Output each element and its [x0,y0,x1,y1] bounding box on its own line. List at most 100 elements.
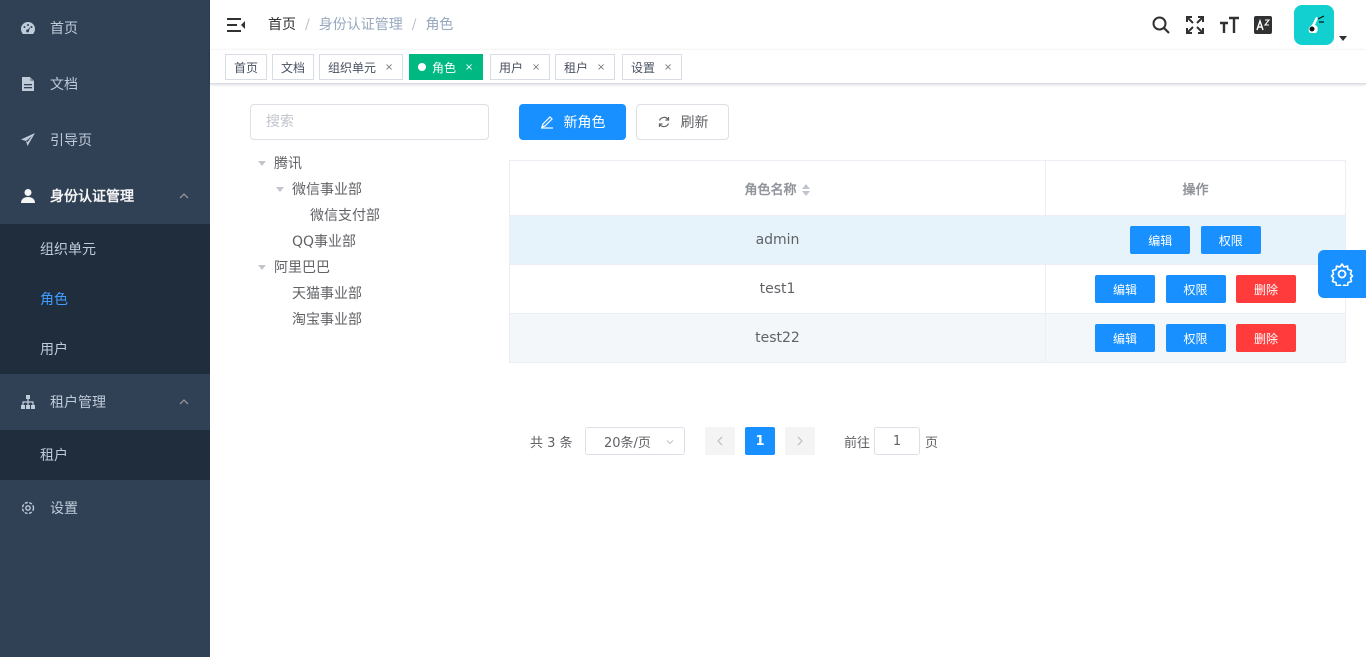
tree-node-label: 淘宝事业部 [292,312,362,328]
new-role-button[interactable]: 新角色 [519,104,626,140]
close-icon[interactable]: × [663,62,673,73]
sidebar-item-guide[interactable]: 引导页 [0,112,210,168]
chevron-down-icon [666,440,674,445]
refresh-icon [657,115,671,129]
translate-icon[interactable] [1252,14,1274,36]
goto-page-input[interactable] [874,427,920,455]
tag-docs[interactable]: 文档 [272,54,315,80]
sidebar-item-label: 身份认证管理 [50,189,134,205]
tag-tenants[interactable]: 租户 × [555,54,616,80]
sort-icon[interactable] [801,184,811,196]
tree-node-label: QQ事业部 [292,234,357,250]
permission-button[interactable]: 权限 [1200,226,1261,254]
tree-node[interactable]: 微信事业部 [250,176,490,202]
sidebar-item-org-units[interactable]: 组织单元 [0,224,210,274]
pager-total: 共 3 条 [530,436,573,451]
page-size-select[interactable]: 20条/页 [585,427,685,455]
sidebar-item-tenants[interactable]: 租户 [0,430,210,480]
table-row[interactable]: admin 编辑 权限 [509,215,1346,265]
sidebar-item-label: 首页 [50,21,78,37]
actions-cell: 编辑 权限 删除 [1045,313,1346,363]
tree-node-label: 腾讯 [274,156,302,172]
close-icon[interactable]: × [596,62,606,73]
tree-node[interactable]: 阿里巴巴 [250,254,490,280]
sidebar-item-docs[interactable]: 文档 [0,56,210,112]
hamburger-icon[interactable] [226,15,246,35]
tree-node[interactable]: 腾讯 [250,150,490,176]
role-name-cell: test1 [509,264,1046,314]
tag-label: 用户 [499,60,524,75]
sidebar-item-label: 引导页 [50,133,92,149]
delete-button[interactable]: 删除 [1235,324,1296,352]
edit-icon [540,115,554,129]
delete-button[interactable]: 删除 [1235,275,1296,303]
tag-label: 首页 [234,60,259,75]
caret-down-icon[interactable] [1338,33,1348,43]
chevron-left-icon [717,436,723,446]
table-row[interactable]: test1 编辑 权限 删除 [509,264,1346,314]
edit-button[interactable]: 编辑 [1095,275,1156,303]
caret-down-icon[interactable] [250,160,274,166]
navbar: 首页 / 身份认证管理 / 角色 [210,0,1366,50]
avatar[interactable] [1294,5,1334,45]
sidebar: 首页 文档 引导页 身份认证管理 组织单元 角色 用户 租户管理 租户 设置 [0,0,210,657]
sidebar-item-users[interactable]: 用户 [0,324,210,374]
tenant-submenu: 租户 [0,430,210,480]
tag-org-units[interactable]: 组织单元 × [319,54,404,80]
caret-down-icon[interactable] [268,186,292,192]
search-input[interactable] [250,104,489,140]
tag-settings[interactable]: 设置 × [622,54,683,80]
guide-icon [20,132,36,148]
close-icon[interactable]: × [384,62,394,73]
breadcrumb-separator: / [411,17,417,33]
permission-button[interactable]: 权限 [1165,275,1226,303]
fullscreen-icon[interactable] [1184,14,1206,36]
role-name-cell: admin [509,215,1046,265]
permission-button[interactable]: 权限 [1165,324,1226,352]
sidebar-item-settings[interactable]: 设置 [0,480,210,536]
page-number-button[interactable]: 1 [745,427,775,455]
gear-icon [20,500,36,516]
tree-node[interactable]: 天猫事业部 [250,280,490,306]
column-header-label: 角色名称 [744,182,797,198]
tag-label: 租户 [564,60,589,75]
table-header-row: 角色名称 操作 [509,160,1346,216]
refresh-label: 刷新 [680,115,709,131]
tag-label: 角色 [432,60,457,75]
column-header-label: 操作 [1182,182,1209,198]
column-header-role-name[interactable]: 角色名称 [509,160,1046,216]
edit-button[interactable]: 编辑 [1095,324,1156,352]
sidebar-item-roles[interactable]: 角色 [0,274,210,324]
tag-home[interactable]: 首页 [225,54,268,80]
identity-submenu: 组织单元 角色 用户 [0,224,210,374]
close-icon[interactable]: × [464,62,474,73]
edit-button[interactable]: 编辑 [1130,226,1191,254]
org-tree: 腾讯 微信事业部 微信支付部 QQ事业部 阿里巴巴 天猫事业部 淘宝事业部 [250,150,490,332]
user-icon [20,188,36,204]
tree-node[interactable]: 淘宝事业部 [250,306,490,332]
prev-page-button[interactable] [705,427,735,455]
tag-roles[interactable]: 角色 × [409,54,484,80]
column-header-actions: 操作 [1045,160,1346,216]
table-row[interactable]: test22 编辑 权限 删除 [509,313,1346,363]
gear-icon [1330,263,1354,286]
search-icon[interactable] [1150,14,1172,36]
sidebar-item-tenant-mgmt[interactable]: 租户管理 [0,374,210,430]
sidebar-item-label: 设置 [50,501,78,517]
breadcrumb-identity[interactable]: 身份认证管理 [319,16,403,34]
sidebar-item-home[interactable]: 首页 [0,0,210,56]
font-size-icon[interactable] [1218,14,1240,36]
role-name-cell: test22 [509,313,1046,363]
tree-node[interactable]: QQ事业部 [250,228,490,254]
breadcrumb-home[interactable]: 首页 [268,16,296,34]
actions-cell: 编辑 权限 删除 [1045,264,1346,314]
tree-node[interactable]: 微信支付部 [250,202,490,228]
refresh-button[interactable]: 刷新 [636,104,729,140]
settings-panel-button[interactable] [1318,250,1366,298]
sidebar-item-identity[interactable]: 身份认证管理 [0,168,210,224]
caret-down-icon[interactable] [250,264,274,270]
tree-node-label: 阿里巴巴 [274,260,330,276]
tag-users[interactable]: 用户 × [490,54,551,80]
next-page-button[interactable] [785,427,815,455]
close-icon[interactable]: × [531,62,541,73]
